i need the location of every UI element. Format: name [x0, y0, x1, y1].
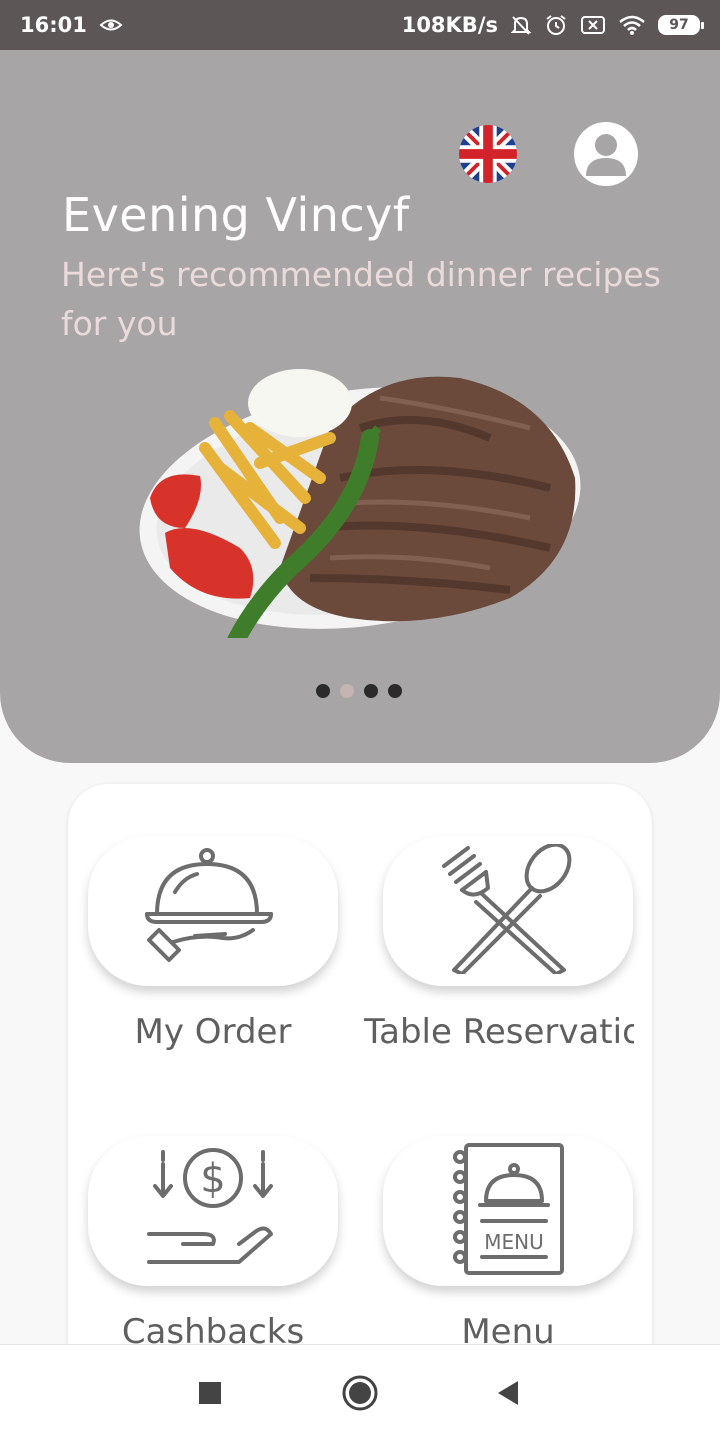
profile-avatar-icon[interactable] [574, 122, 638, 186]
my-order-button[interactable] [88, 836, 338, 986]
home-button[interactable] [338, 1345, 382, 1441]
svg-text:$: $ [200, 1156, 225, 1202]
money-hand-icon: $ [143, 1144, 283, 1278]
my-order-label: My Order [134, 1012, 292, 1052]
system-nav-bar [0, 1344, 720, 1441]
back-button[interactable] [488, 1345, 528, 1441]
sim-off-icon [580, 14, 606, 36]
table-reservation-label: Table Reservatio [364, 1012, 634, 1052]
carousel-dot[interactable] [388, 684, 402, 698]
cashbacks-button[interactable]: $ [88, 1136, 338, 1286]
menu-book-icon: MENU [448, 1141, 568, 1281]
hero-banner: Evening Vincyf Here's recommended dinner… [0, 50, 720, 763]
status-bar: 16:01 108KB/s 97 [0, 0, 720, 50]
greeting-subtitle: Here's recommended dinner recipes for yo… [61, 255, 661, 343]
carousel-dot[interactable] [364, 684, 378, 698]
language-flag-uk-icon[interactable] [459, 125, 517, 183]
quick-actions-card: My Order Table Reservatio $ Cashbacks ME… [68, 784, 652, 1384]
bell-muted-icon [510, 14, 532, 36]
carousel-dot[interactable] [316, 684, 330, 698]
battery-indicator: 97 [658, 15, 704, 35]
food-cloche-hand-icon [143, 844, 283, 978]
network-speed: 108KB/s [401, 13, 498, 37]
recents-button[interactable] [190, 1345, 230, 1441]
dish-image [130, 368, 590, 662]
fork-spoon-icon [438, 842, 578, 978]
carousel-indicator[interactable] [316, 684, 402, 698]
wifi-icon [618, 14, 646, 36]
carousel-dot-active[interactable] [340, 684, 354, 698]
table-reservation-button[interactable] [383, 836, 633, 986]
status-time: 16:01 [20, 13, 87, 37]
eye-icon [99, 16, 123, 34]
svg-text:MENU: MENU [484, 1230, 544, 1254]
menu-button[interactable]: MENU [383, 1136, 633, 1286]
greeting-title: Evening Vincyf [62, 188, 410, 242]
alarm-icon [544, 13, 568, 37]
